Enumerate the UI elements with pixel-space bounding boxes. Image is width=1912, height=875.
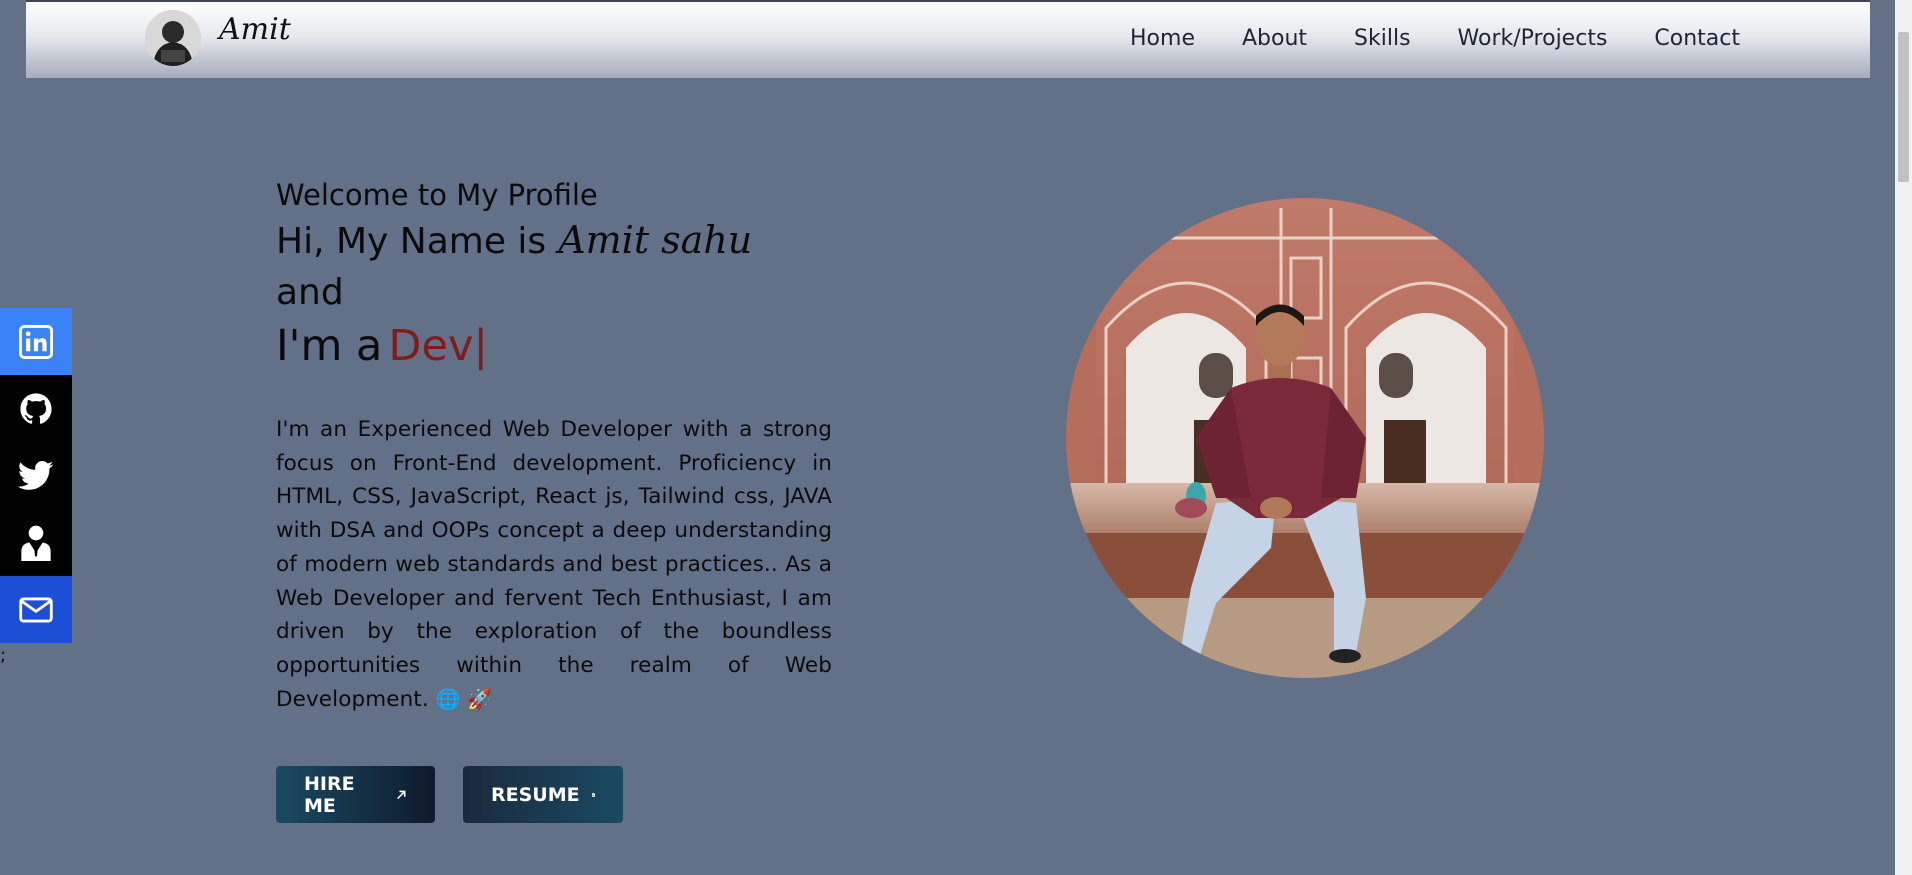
role-prefix: I'm a bbox=[276, 321, 383, 371]
role-line: I'm a Dev | bbox=[276, 321, 832, 371]
bio-text: I'm an Experienced Web Developer with a … bbox=[276, 417, 832, 712]
cta-buttons: HIRE ME RESUME bbox=[276, 766, 832, 824]
main-nav: Home About Skills Work/Projects Contact bbox=[1130, 26, 1740, 51]
site-header: Amit Home About Skills Work/Projects Con… bbox=[26, 0, 1870, 78]
scrollbar-thumb[interactable] bbox=[1898, 32, 1909, 182]
typed-role: Dev bbox=[388, 321, 474, 371]
user-tie-icon bbox=[21, 525, 51, 561]
arrow-up-right-icon bbox=[396, 790, 406, 799]
resume-label: RESUME bbox=[491, 783, 580, 806]
resume-button[interactable]: RESUME bbox=[463, 766, 623, 824]
name-prefix: Hi, My Name is bbox=[276, 221, 547, 262]
stray-text: ; bbox=[0, 645, 7, 666]
welcome-heading: Welcome to My Profile bbox=[276, 178, 598, 212]
twitter-link[interactable] bbox=[0, 442, 72, 509]
name-script: Amit sahu bbox=[558, 218, 753, 262]
nav-about[interactable]: About bbox=[1242, 26, 1307, 51]
file-download-icon bbox=[591, 792, 595, 797]
profile-photo bbox=[1066, 198, 1544, 678]
nav-work-projects[interactable]: Work/Projects bbox=[1458, 26, 1608, 51]
linkedin-link[interactable] bbox=[0, 308, 72, 375]
hire-me-button[interactable]: HIRE ME bbox=[276, 766, 435, 824]
twitter-icon bbox=[18, 460, 54, 490]
linkedin-icon bbox=[19, 324, 53, 359]
mail-icon bbox=[19, 597, 53, 622]
hire-me-label: HIRE ME bbox=[304, 772, 355, 817]
mail-link[interactable] bbox=[0, 576, 72, 643]
nav-home[interactable]: Home bbox=[1130, 26, 1195, 51]
bio-paragraph: I'm an Experienced Web Developer with a … bbox=[276, 413, 832, 716]
bio-emoji: 🌐 🚀 bbox=[435, 686, 493, 711]
social-sidebar bbox=[0, 308, 72, 643]
typing-cursor: | bbox=[473, 321, 488, 371]
nav-skills[interactable]: Skills bbox=[1354, 26, 1411, 51]
brand-name: Amit bbox=[219, 11, 291, 47]
and-text: and bbox=[276, 272, 344, 313]
github-link[interactable] bbox=[0, 375, 72, 442]
avatar bbox=[145, 10, 201, 66]
nav-contact[interactable]: Contact bbox=[1654, 26, 1740, 51]
hero-intro: Welcome to My Profile Hi, My Name is Ami… bbox=[276, 178, 832, 824]
portfolio-link[interactable] bbox=[0, 509, 72, 576]
github-icon bbox=[20, 392, 52, 424]
page-scrollbar[interactable] bbox=[1895, 0, 1912, 875]
page: Amit Home About Skills Work/Projects Con… bbox=[0, 0, 1912, 875]
brand[interactable]: Amit bbox=[145, 10, 291, 66]
name-line: Hi, My Name is Amit sahu bbox=[276, 218, 832, 262]
